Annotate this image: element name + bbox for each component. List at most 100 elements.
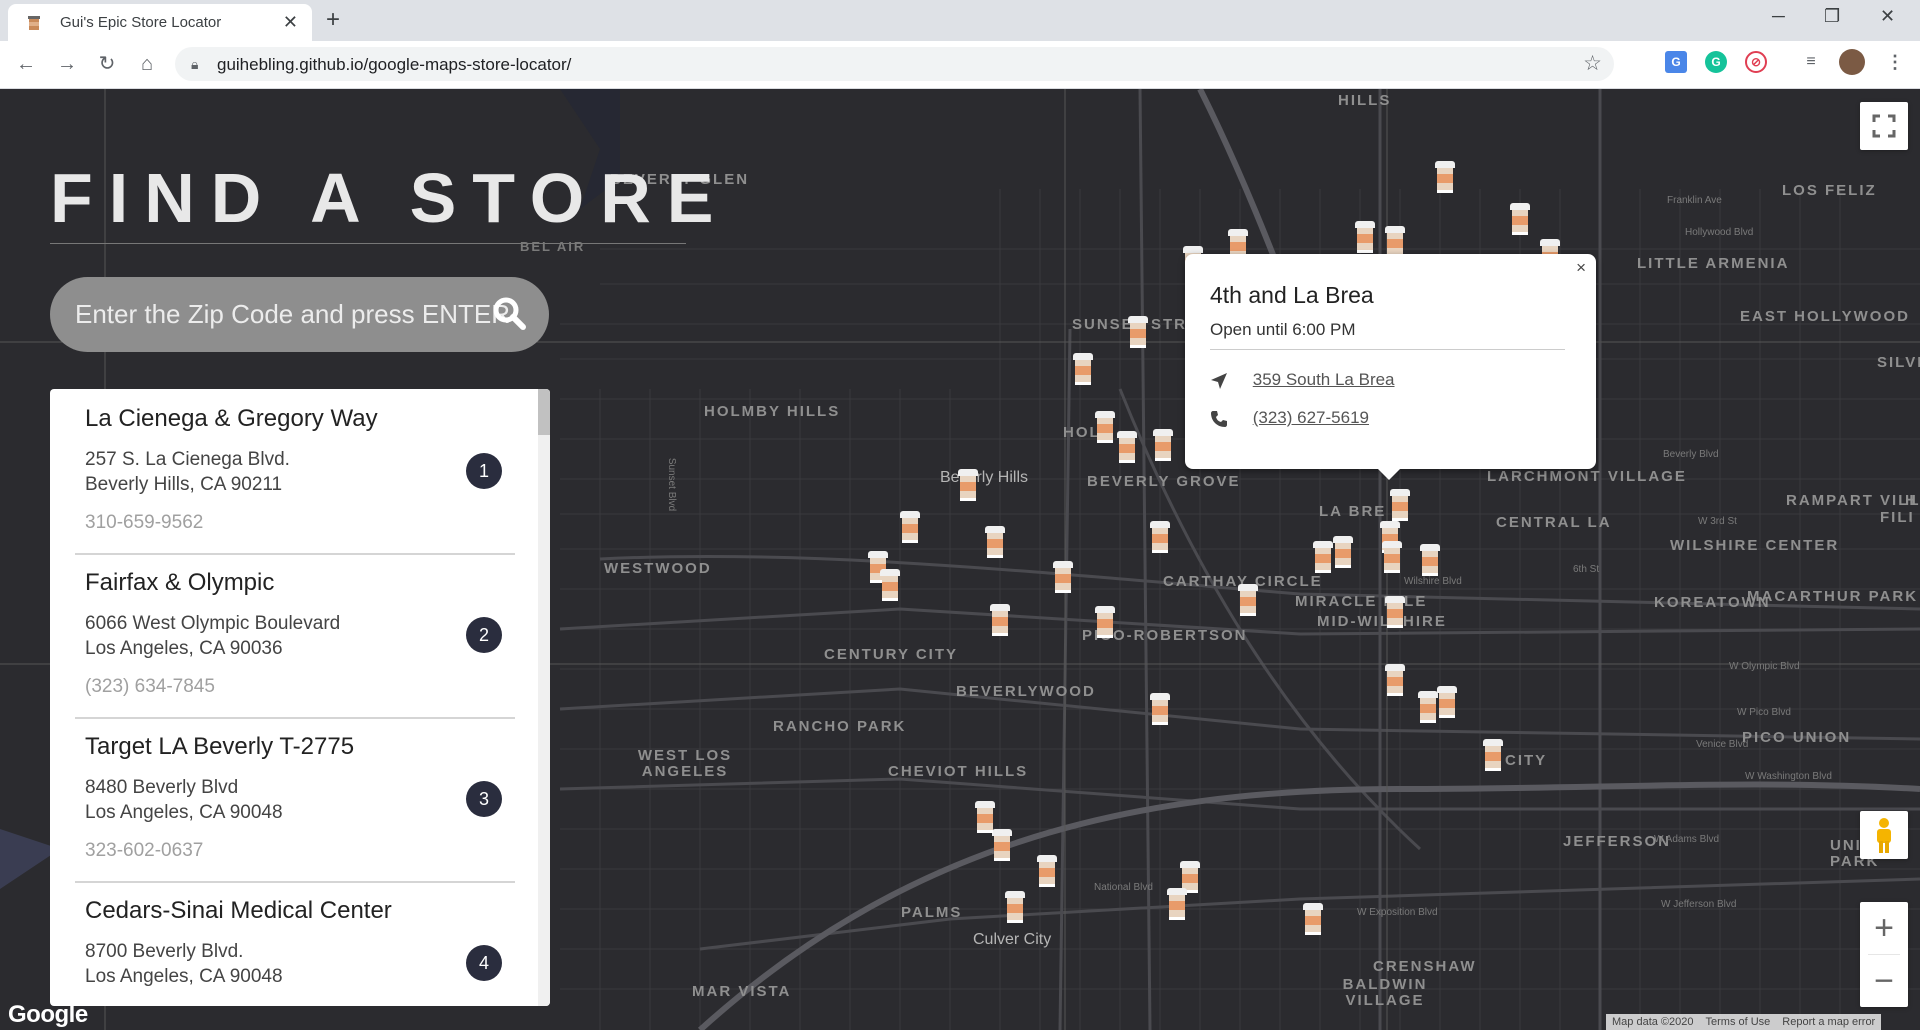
home-icon[interactable]: ⌂ [133, 50, 161, 78]
store-marker-icon[interactable] [1385, 662, 1405, 696]
menu-kebab-icon[interactable]: ⋮ [1884, 51, 1906, 73]
store-address-line1: 257 S. La Cienega Blvd. [85, 449, 290, 470]
list-scrollbar[interactable] [538, 389, 550, 1006]
place-label: LOS FELIZ [1782, 182, 1877, 199]
street-label: W 3rd St [1698, 516, 1737, 527]
place-label: BEL AIR [520, 239, 586, 254]
search-icon[interactable] [491, 295, 527, 331]
store-marker-icon[interactable] [1483, 737, 1503, 771]
forward-arrow-icon[interactable]: → [53, 50, 81, 78]
browser-tab[interactable]: Gui's Epic Store Locator ✕ [8, 4, 312, 41]
place-label: WESTWOOD [604, 560, 712, 577]
zoom-in-button[interactable]: + [1860, 902, 1908, 954]
store-marker-icon[interactable] [1153, 427, 1173, 461]
place-label: MAR VISTA [692, 983, 792, 1000]
address-bar[interactable]: 🔒︎ guihebling.github.io/google-maps-stor… [175, 47, 1614, 81]
grammarly-extension-icon[interactable]: G [1705, 51, 1727, 73]
street-label: Wilshire Blvd [1404, 576, 1462, 587]
street-label: W Jefferson Blvd [1661, 899, 1737, 910]
new-tab-button[interactable]: + [326, 6, 340, 34]
place-label: MACARTHUR PARK [1747, 588, 1919, 605]
bookmark-star-icon[interactable]: ☆ [1583, 51, 1602, 76]
street-label: Franklin Ave [1667, 195, 1722, 206]
store-marker-icon[interactable] [1510, 201, 1530, 235]
fullscreen-icon [1872, 114, 1896, 138]
store-marker-icon[interactable] [990, 602, 1010, 636]
street-label: Hollywood Blvd [1685, 227, 1754, 238]
store-marker-icon[interactable] [1385, 594, 1405, 628]
restore-button[interactable]: ❐ [1824, 6, 1840, 27]
street-label: W Olympic Blvd [1729, 661, 1800, 672]
store-marker-icon[interactable] [1382, 539, 1402, 573]
store-marker-icon[interactable] [1037, 853, 1057, 887]
info-window-pointer [1377, 468, 1401, 480]
info-phone-link[interactable]: (323) 627-5619 [1253, 408, 1369, 427]
store-address-line2: Los Angeles, CA 90048 [85, 966, 283, 987]
store-marker-icon[interactable] [1117, 429, 1137, 463]
report-error-link[interactable]: Report a map error [1776, 1016, 1881, 1028]
zip-search-field[interactable]: Enter the Zip Code and press ENTER [50, 277, 549, 352]
store-list-item[interactable]: La Cienega & Gregory Way 257 S. La Ciene… [75, 389, 515, 555]
terms-link[interactable]: Terms of Use [1700, 1016, 1777, 1028]
place-label: CITY [1505, 752, 1548, 769]
store-marker-icon[interactable] [1150, 519, 1170, 553]
store-marker-icon[interactable] [900, 509, 920, 543]
store-marker-icon[interactable] [1437, 684, 1457, 718]
location-arrow-icon [1211, 372, 1227, 389]
street-label: W Exposition Blvd [1357, 907, 1438, 918]
info-store-name: 4th and La Brea [1210, 282, 1374, 308]
store-marker-icon[interactable] [1150, 691, 1170, 725]
store-marker-icon[interactable] [1053, 559, 1073, 593]
store-marker-icon[interactable] [1418, 689, 1438, 723]
store-marker-icon[interactable] [992, 827, 1012, 861]
store-marker-icon[interactable] [880, 567, 900, 601]
map-data-text: Map data ©2020 [1612, 1016, 1694, 1028]
info-address-link[interactable]: 359 South La Brea [1253, 370, 1395, 389]
store-marker-icon[interactable] [1390, 487, 1410, 521]
store-list-item[interactable]: Target LA Beverly T-2775 8480 Beverly Bl… [75, 717, 515, 883]
store-marker-icon[interactable] [1303, 901, 1323, 935]
store-marker-icon[interactable] [1005, 889, 1025, 923]
window-close-button[interactable]: ✕ [1880, 6, 1895, 27]
store-marker-icon[interactable] [985, 524, 1005, 558]
info-hours: Open until 6:00 PM [1210, 320, 1356, 339]
profile-avatar[interactable] [1839, 49, 1865, 75]
city-label: Beverly Hills [940, 469, 1029, 486]
store-marker-icon[interactable] [1385, 224, 1405, 258]
back-arrow-icon[interactable]: ← [12, 50, 40, 78]
store-marker-icon[interactable] [1435, 159, 1455, 193]
reload-icon[interactable]: ↻ [93, 50, 121, 78]
place-label: BEVERLY GROVE [1087, 473, 1241, 490]
store-marker-icon[interactable] [1095, 409, 1115, 443]
scrollbar-thumb[interactable] [538, 389, 550, 435]
store-marker-icon[interactable] [1238, 582, 1258, 616]
zoom-out-button[interactable]: − [1860, 955, 1908, 1007]
street-view-pegman[interactable] [1860, 811, 1908, 859]
lastpass-extension-icon[interactable]: ⊘ [1745, 51, 1767, 73]
store-marker-icon[interactable] [1095, 604, 1115, 638]
store-marker-icon[interactable] [1128, 314, 1148, 348]
store-marker-icon[interactable] [958, 467, 978, 501]
store-marker-icon[interactable] [1167, 886, 1187, 920]
store-number-badge: 4 [466, 945, 502, 981]
store-marker-icon[interactable] [1333, 534, 1353, 568]
store-list-item[interactable]: Fairfax & Olympic 6066 West Olympic Boul… [75, 553, 515, 719]
info-close-icon[interactable]: × [1576, 258, 1586, 278]
store-marker-icon[interactable] [1073, 351, 1093, 385]
store-marker-icon[interactable] [975, 799, 995, 833]
fullscreen-button[interactable] [1860, 102, 1908, 150]
store-address-line1: 8700 Beverly Blvd. [85, 941, 244, 962]
store-list-item[interactable]: Cedars-Sinai Medical Center 8700 Beverly… [75, 881, 515, 1006]
translate-extension-icon[interactable]: G [1665, 51, 1687, 73]
store-marker-icon[interactable] [1313, 539, 1333, 573]
minimize-button[interactable]: ─ [1772, 6, 1785, 27]
store-list[interactable]: La Cienega & Gregory Way 257 S. La Ciene… [50, 389, 550, 1006]
reading-list-icon[interactable]: ≡ [1800, 51, 1822, 73]
store-marker-icon[interactable] [1420, 542, 1440, 576]
tab-close-icon[interactable]: ✕ [283, 12, 298, 33]
store-marker-icon[interactable] [1355, 219, 1375, 253]
store-address-line2: Los Angeles, CA 90036 [85, 638, 283, 659]
browser-toolbar: ← → ↻ ⌂ 🔒︎ guihebling.github.io/google-m… [0, 41, 1920, 89]
store-name: Fairfax & Olympic [85, 569, 275, 596]
street-label: W Pico Blvd [1737, 707, 1791, 718]
